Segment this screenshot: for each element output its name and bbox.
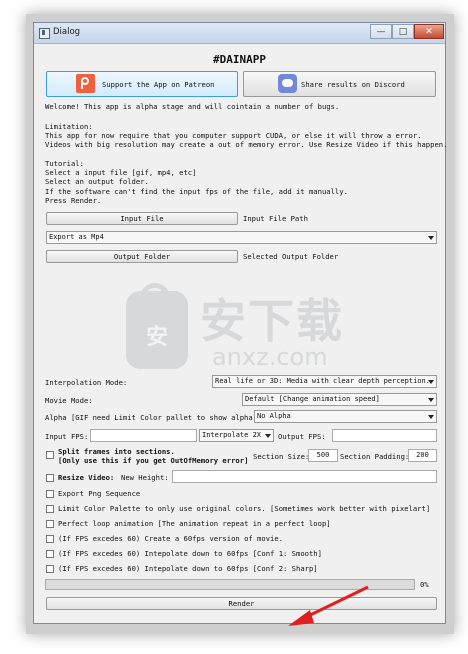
output-fps-field[interactable] — [332, 429, 437, 442]
alpha-dropdown[interactable]: No Alpha — [254, 410, 437, 423]
section-padding-label: Section Padding: — [340, 452, 410, 461]
render-button[interactable]: Render — [46, 597, 437, 610]
chevron-down-icon — [265, 434, 271, 438]
split-frames-label: Split frames into sections. — [58, 447, 175, 456]
limit-palette-label: Limit Color Palette to only use original… — [58, 504, 431, 513]
input-file-button[interactable]: Input File — [46, 212, 238, 225]
interpolate-factor-dropdown[interactable]: Interpolate 2X — [199, 429, 274, 442]
interpolation-label: Interpolation Mode: — [45, 378, 128, 387]
limit-palette-checkbox[interactable] — [46, 505, 54, 513]
limitation-line-1: This app for now require that you comput… — [45, 131, 422, 140]
tutorial-step-4: Press Render. — [45, 196, 102, 205]
interpolate-sharp-checkbox[interactable] — [46, 565, 54, 573]
export-png-label: Export Png Sequence — [58, 489, 141, 498]
alpha-value: No Alpha — [257, 412, 291, 420]
window-title: Dialog — [53, 27, 81, 37]
split-frames-checkbox[interactable] — [46, 451, 54, 459]
limitation-title: Limitation: — [45, 122, 93, 131]
patreon-icon — [76, 74, 95, 93]
input-file-path: Input File Path — [243, 214, 308, 223]
progress-label: 0% — [420, 580, 429, 589]
tutorial-title: Tutorial: — [45, 159, 84, 168]
tutorial-step-3: If the software can't find the input fps… — [45, 187, 348, 196]
export-format-dropdown[interactable]: Export as Mp4 — [46, 231, 437, 244]
patreon-button[interactable]: Support the App on Patreon — [46, 71, 238, 97]
discord-icon — [278, 74, 297, 93]
perfect-loop-label: Perfect loop animation [The animation re… — [58, 519, 331, 528]
fps60-version-label: (If FPS excedes 60) Create a 60fps versi… — [58, 534, 284, 543]
app-icon — [39, 28, 50, 39]
limitation-line-2: Videos with big resolution may create a … — [45, 140, 448, 149]
section-size-label: Section Size: — [253, 452, 310, 461]
output-folder-button[interactable]: Output Folder — [46, 250, 238, 263]
movie-mode-label: Movie Mode: — [45, 396, 93, 405]
movie-mode-dropdown[interactable]: Default [Change animation speed] — [242, 393, 437, 406]
maximize-button[interactable]: □ — [392, 24, 414, 39]
patreon-button-label: Support the App on Patreon — [102, 80, 215, 89]
dialog-window: Dialog — □ ✕ #DAINAPP Support the App on… — [33, 22, 448, 626]
chevron-down-icon — [428, 415, 434, 419]
close-button[interactable]: ✕ — [414, 24, 444, 39]
movie-mode-value: Default [Change animation speed] — [245, 395, 380, 403]
section-size-field[interactable]: 500 — [308, 449, 338, 462]
output-fps-label: Output FPS: — [278, 432, 326, 441]
interpolation-value: Real life or 3D: Media with clear depth … — [215, 377, 430, 385]
title-bar[interactable]: Dialog — □ ✕ — [34, 23, 445, 44]
watermark-bag-icon: 安 — [126, 283, 188, 369]
interpolate-sharp-label: (If FPS excedes 60) Intepolate down to 6… — [58, 564, 318, 573]
app-heading: #DAINAPP — [213, 53, 266, 66]
alpha-label: Alpha [GIF need Limit Color pallet to sh… — [45, 413, 262, 422]
welcome-text: Welcome! This app is alpha stage and wil… — [45, 102, 340, 111]
interpolation-dropdown[interactable]: Real life or 3D: Media with clear depth … — [212, 375, 437, 388]
watermark: 安 安下载 anxz.com — [126, 283, 366, 381]
watermark-bag-char: 安 — [145, 325, 168, 350]
annotation-arrow-icon — [288, 585, 369, 626]
watermark-cn: 安下载 — [200, 294, 344, 348]
minimize-button[interactable]: — — [370, 24, 392, 39]
resize-video-label: Resize Video: — [58, 473, 115, 482]
input-fps-label: Input FPS: — [45, 432, 89, 441]
chevron-down-icon — [428, 398, 434, 402]
discord-button-label: Share results on Discord — [301, 80, 405, 89]
interpolate-smooth-label: (If FPS excedes 60) Intepolate down to 6… — [58, 549, 322, 558]
watermark-en: anxz.com — [212, 343, 328, 371]
export-format-value: Export as Mp4 — [49, 233, 104, 241]
chevron-down-icon — [428, 380, 434, 384]
fps60-version-checkbox[interactable] — [46, 535, 54, 543]
discord-button[interactable]: Share results on Discord — [243, 71, 436, 97]
input-fps-field[interactable] — [90, 429, 197, 442]
section-padding-field[interactable]: 200 — [408, 449, 437, 462]
perfect-loop-checkbox[interactable] — [46, 520, 54, 528]
resize-video-checkbox[interactable] — [46, 474, 54, 482]
output-folder-path: Selected Output Folder — [243, 252, 339, 261]
interpolate-factor-value: Interpolate 2X — [202, 431, 262, 439]
interpolate-smooth-checkbox[interactable] — [46, 550, 54, 558]
split-frames-note: [Only use this if you get OutOfMemory er… — [58, 456, 249, 465]
export-png-checkbox[interactable] — [46, 490, 54, 498]
tutorial-step-2: Select an output folder. — [45, 177, 149, 186]
tutorial-step-1: Select a input file [gif, mp4, etc] — [45, 168, 197, 177]
chevron-down-icon — [428, 236, 434, 240]
new-height-field[interactable] — [172, 470, 437, 483]
new-height-label: New Height: — [121, 473, 169, 482]
